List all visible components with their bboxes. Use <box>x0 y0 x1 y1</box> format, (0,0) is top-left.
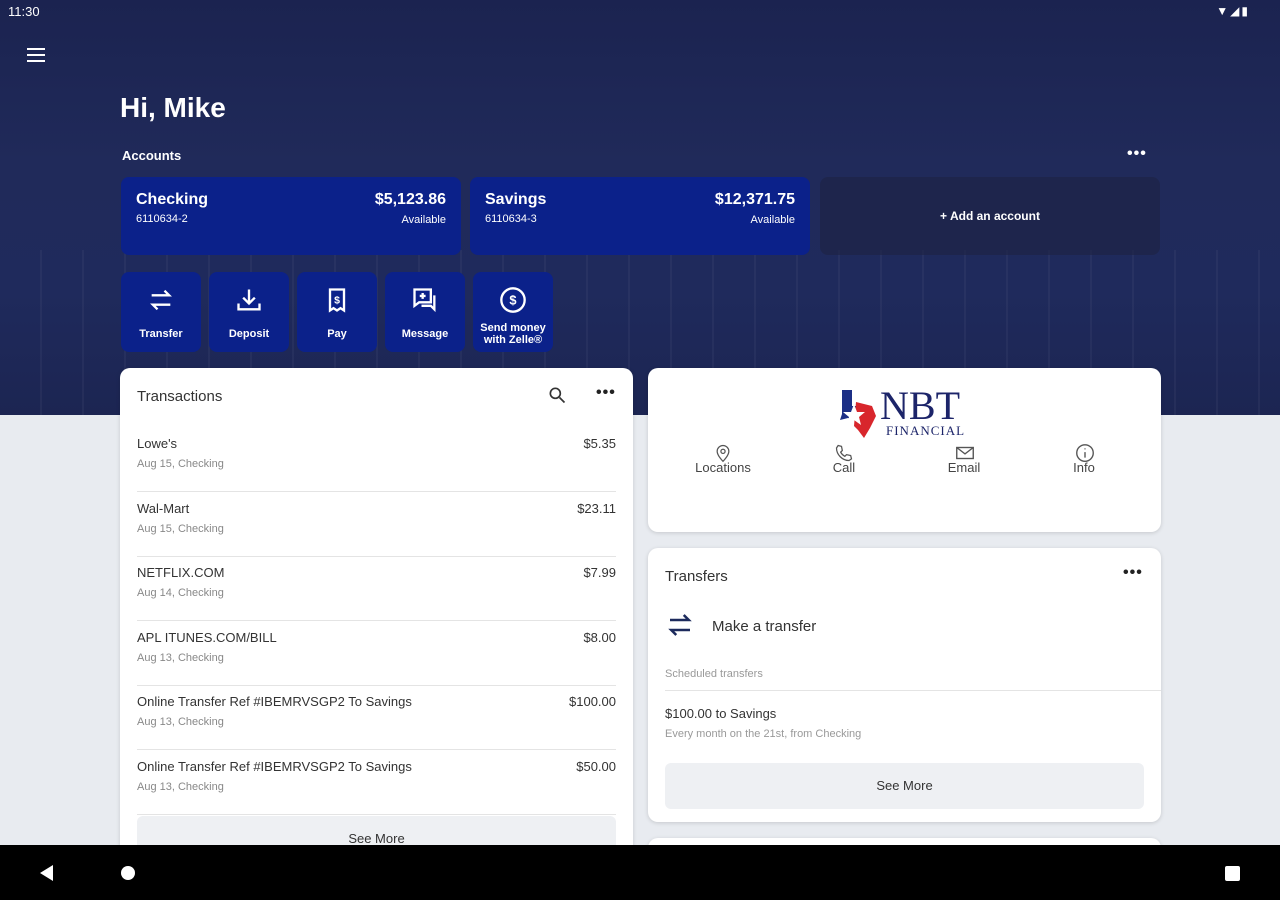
transfer-icon <box>150 289 172 311</box>
deposit-button[interactable]: Deposit <box>209 272 289 352</box>
android-nav-bar <box>0 845 1280 900</box>
transactions-more-icon[interactable]: ••• <box>596 384 616 402</box>
transaction-merchant: NETFLIX.COM <box>137 565 225 580</box>
svg-text:$: $ <box>334 295 340 307</box>
svg-text:$: $ <box>509 293 516 308</box>
transaction-merchant: Lowe's <box>137 436 178 451</box>
account-card-checking[interactable]: Checking 6110634-2 $5,123.86 Available <box>121 177 461 255</box>
message-button[interactable]: Message <box>385 272 465 352</box>
make-transfer-button[interactable]: Make a transfer <box>665 610 965 644</box>
transaction-detail: Aug 15, Checking <box>137 522 224 535</box>
greeting: Hi, Mike <box>120 92 226 123</box>
account-number: 6110634-2 <box>136 213 188 225</box>
transaction-merchant: Online Transfer Ref #IBEMRVSGP2 To Savin… <box>137 694 412 709</box>
envelope-icon <box>956 446 974 460</box>
transaction-detail: Aug 14, Checking <box>137 587 224 599</box>
transaction-row[interactable]: Wal-Mart Aug 15, Checking $23.11 <box>137 493 616 557</box>
transaction-amount: $5.35 <box>583 436 616 451</box>
info-link[interactable]: Info <box>1024 444 1144 475</box>
account-number: 6110634-3 <box>485 213 537 225</box>
transaction-amount: $50.00 <box>576 758 616 774</box>
zelle-button[interactable]: $ Send money with Zelle® <box>473 272 553 352</box>
back-icon[interactable] <box>40 865 53 881</box>
transaction-detail: Aug 13, Checking <box>137 716 224 728</box>
transaction-amount: $8.00 <box>583 629 616 645</box>
phone-icon <box>835 444 853 462</box>
account-status: Available <box>401 214 446 226</box>
transfers-card: Transfers ••• Make a transfer Scheduled … <box>648 548 1161 822</box>
transaction-merchant: Online Transfer Ref #IBEMRVSGP2 To Savin… <box>137 758 412 774</box>
transaction-merchant: APL ITUNES.COM/BILL <box>137 629 277 645</box>
transaction-row[interactable]: APL ITUNES.COM/BILL Aug 13, Checking $8.00 <box>137 622 616 686</box>
accounts-more-icon[interactable]: ••• <box>1127 145 1147 163</box>
transactions-title: Transactions <box>137 388 223 405</box>
transaction-row[interactable]: NETFLIX.COM Aug 14, Checking $7.99 <box>137 557 616 621</box>
account-status: Available <box>750 214 795 226</box>
transfers-see-more-button[interactable]: See More <box>665 763 1144 809</box>
deposit-icon <box>237 289 261 311</box>
home-icon[interactable] <box>121 866 135 880</box>
transaction-detail: Aug 13, Checking <box>137 780 224 793</box>
status-time: 11:30 <box>8 4 40 19</box>
account-card-savings[interactable]: Savings 6110634-3 $12,371.75 Available <box>470 177 810 255</box>
transaction-row[interactable]: Online Transfer Ref #IBEMRVSGP2 To Savin… <box>137 686 616 750</box>
search-icon[interactable] <box>547 385 567 405</box>
transfer-button[interactable]: Transfer <box>121 272 201 352</box>
status-icons: ▼◢▮ <box>1216 4 1250 18</box>
bank-info-card: NBT FINANCIAL Locations Call Email Info <box>648 368 1161 532</box>
transfer-icon <box>668 614 692 636</box>
transaction-amount: $100.00 <box>569 694 616 709</box>
email-link[interactable]: Email <box>904 446 1024 475</box>
transaction-merchant: Wal-Mart <box>137 500 190 516</box>
message-icon <box>413 288 436 313</box>
pay-button[interactable]: $ Pay <box>297 272 377 352</box>
accounts-heading: Accounts <box>122 148 182 163</box>
locations-link[interactable]: Locations <box>663 444 783 475</box>
bill-icon: $ <box>328 288 346 313</box>
scheduled-transfer-detail: Every month on the 21st, from Checking <box>665 728 862 740</box>
add-account-button[interactable]: + Add an account <box>820 177 1160 255</box>
transaction-amount: $7.99 <box>583 565 616 580</box>
transfers-more-icon[interactable]: ••• <box>1123 564 1143 582</box>
recents-icon[interactable] <box>1225 866 1240 881</box>
menu-icon[interactable] <box>27 48 45 62</box>
info-icon <box>1076 444 1094 462</box>
transactions-card: Transactions ••• Lowe's Aug 15, Checking $… <box>120 368 633 868</box>
scheduled-transfer-title[interactable]: $100.00 to Savings <box>665 706 776 721</box>
transaction-row[interactable]: Lowe's Aug 15, Checking $5.35 <box>137 428 616 492</box>
call-link[interactable]: Call <box>784 444 904 475</box>
account-balance: $12,371.75 <box>714 191 795 208</box>
transaction-amount: $23.11 <box>577 500 616 516</box>
scheduled-heading: Scheduled transfers <box>665 668 763 680</box>
transaction-detail: Aug 15, Checking <box>137 458 224 470</box>
location-pin-icon <box>716 444 730 463</box>
nbt-financial-logo: NBT FINANCIAL <box>830 386 980 442</box>
account-balance: $5,123.86 <box>374 191 446 208</box>
transaction-detail: Aug 13, Checking <box>137 651 224 664</box>
transfers-title: Transfers <box>665 568 728 585</box>
transaction-row[interactable]: Online Transfer Ref #IBEMRVSGP2 To Savin… <box>137 751 616 815</box>
dollar-circle-icon: $ <box>500 287 526 313</box>
